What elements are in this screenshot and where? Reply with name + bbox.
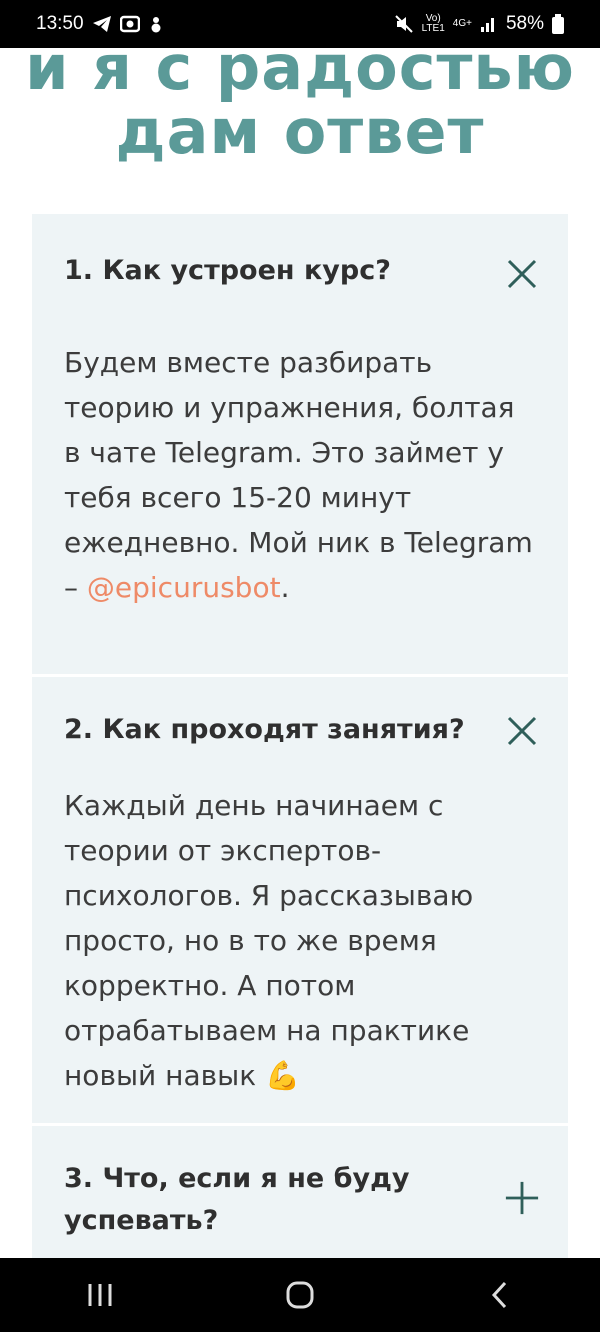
home-icon	[286, 1281, 314, 1309]
hero-line-2: дам ответ	[115, 95, 485, 168]
faq-question-1[interactable]: 1. Как устроен курс?	[64, 250, 484, 292]
navigation-bar	[0, 1258, 600, 1332]
faq-question-row-2[interactable]: 2. Как проходят занятия?	[64, 677, 537, 751]
faq-answer-2-text: Каждый день начинаем с теории от эксперт…	[64, 789, 474, 1092]
faq-answer-2: Каждый день начинаем с теории от эксперт…	[64, 783, 536, 1098]
faq-answer-1-tail: .	[280, 571, 290, 604]
telegram-nick-link[interactable]: @epicurusbot	[87, 571, 281, 604]
hero-heading: и я с радостью дам ответ	[0, 36, 600, 164]
faq-answer-1: Будем вместе разбирать теорию и упражнен…	[64, 340, 536, 610]
network-type: 4G+	[452, 18, 472, 29]
faq-question-2[interactable]: 2. Как проходят занятия?	[64, 709, 484, 751]
faq-item-3: 3. Что, если я не буду успевать?	[32, 1126, 568, 1266]
back-button[interactable]	[470, 1265, 530, 1325]
flexed-biceps-icon: 💪	[265, 1059, 300, 1092]
recent-apps-icon	[88, 1284, 112, 1306]
hero-line-1: и я с радостью	[25, 31, 575, 104]
faq-item-2: 2. Как проходят занятия? Каждый день нач…	[32, 677, 568, 1123]
home-button[interactable]	[270, 1265, 330, 1325]
faq-answer-1-text: Будем вместе разбирать теорию и упражнен…	[64, 346, 533, 604]
close-icon[interactable]	[504, 713, 540, 749]
faq-question-row-1[interactable]: 1. Как устроен курс?	[64, 214, 537, 292]
faq-question-row-3[interactable]: 3. Что, если я не буду успевать?	[64, 1126, 539, 1242]
plus-icon[interactable]	[504, 1180, 540, 1216]
faq-question-3[interactable]: 3. Что, если я не буду успевать?	[64, 1158, 484, 1242]
close-icon[interactable]	[504, 256, 540, 292]
recent-apps-button[interactable]	[70, 1265, 130, 1325]
faq-item-1: 1. Как устроен курс? Будем вместе разбир…	[32, 214, 568, 674]
back-icon	[491, 1281, 507, 1309]
